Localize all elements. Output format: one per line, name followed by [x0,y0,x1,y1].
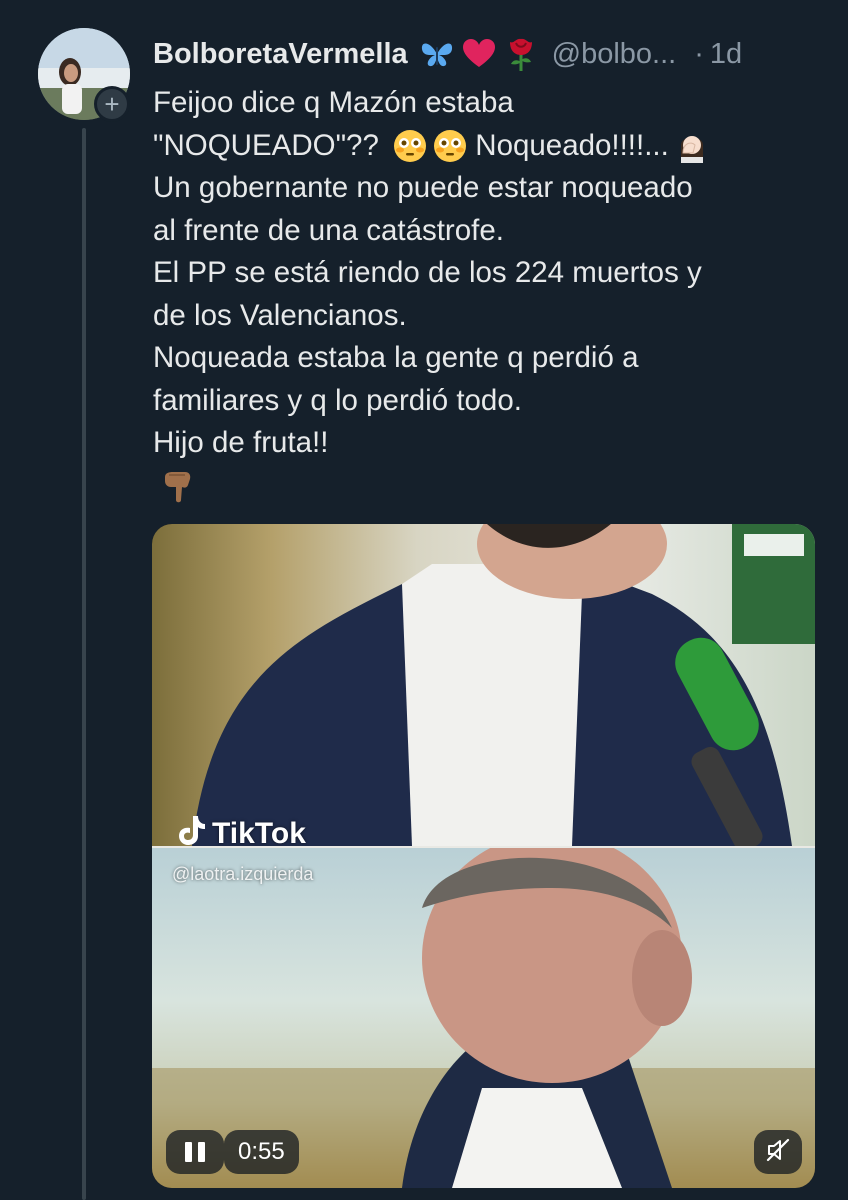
red-heart-icon [462,39,496,69]
text-line: "NOQUEADO"?? Noqueado!!!!... [153,125,823,168]
video-player[interactable]: TikTok @laotra.izquierda 0:55 [152,524,815,1188]
mute-button[interactable] [754,1130,802,1174]
rose-icon [504,36,538,72]
text-line: de los Valencianos. [153,298,407,332]
video-frame-top [152,524,815,852]
timestamp[interactable]: 1d [710,38,742,71]
text-line [153,465,823,508]
text-line: Hijo de fruta!! [153,426,329,459]
follow-add-button[interactable]: + [94,86,130,122]
pause-button[interactable] [166,1130,224,1174]
tweet[interactable]: + BolboretaVermella @bolbo... · 1d Feijo… [0,0,848,1200]
pointing-down-hand-icon [161,469,195,503]
tiktok-icon [178,814,206,854]
tweet-header: BolboretaVermella @bolbo... · 1d [153,32,742,76]
muted-speaker-icon [765,1137,791,1168]
text-line: Feijoo dice q Mazón estaba [153,86,514,119]
pause-icon [198,1142,205,1162]
butterfly-icon [420,39,454,69]
tiktok-watermark: TikTok [178,814,306,854]
text-line: al frente de una catástrofe. [153,213,504,247]
pause-icon [185,1142,192,1162]
text-segment: Noqueado!!!!... [467,128,669,162]
thread-line [82,128,86,1200]
flushed-face-icon [393,129,427,163]
text-line: El PP se está riendo de los 224 muertos … [153,256,702,289]
tiktok-handle: @laotra.izquierda [172,864,314,884]
tiktok-brand: TikTok [212,817,306,850]
video-duration: 0:55 [224,1130,299,1174]
text-line: Un gobernante no puede estar noqueado [153,171,693,204]
text-segment: "NOQUEADO"?? [153,128,388,162]
flushed-face-icon [433,129,467,163]
author-handle[interactable]: @bolbo... [552,38,677,71]
display-name[interactable]: BolboretaVermella [153,38,408,71]
name-emojis [420,36,538,72]
text-line: Noqueada estaba la gente q perdió a [153,341,639,374]
separator-dot: · [694,37,704,70]
facepalm-woman-icon [675,129,709,163]
text-line: familiares y q lo perdió todo. [153,383,522,417]
tweet-text: Feijoo dice q Mazón estaba "NOQUEADO"?? [153,82,823,507]
